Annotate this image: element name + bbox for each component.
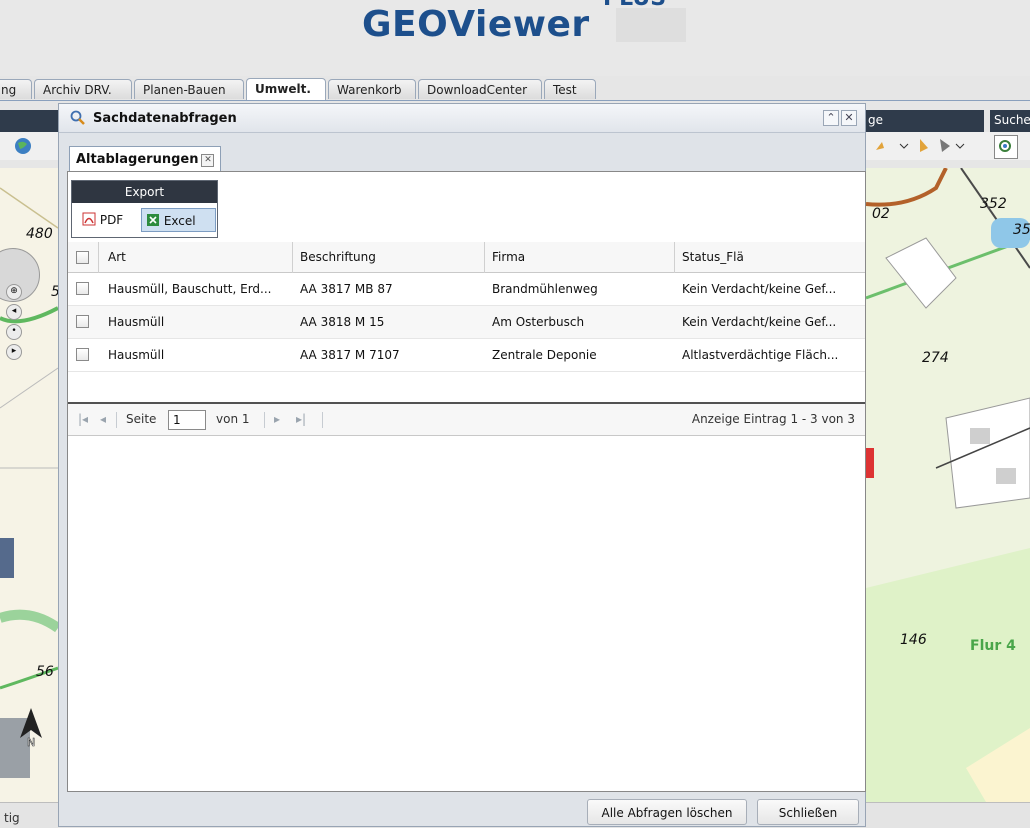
app-title-suffix: PLUS <box>603 0 666 11</box>
prev-page-icon[interactable]: ◂ <box>100 412 106 426</box>
page-label: Seite <box>126 412 157 426</box>
row-checkbox[interactable] <box>76 282 89 295</box>
search-target-icon[interactable] <box>994 135 1018 159</box>
map-label-56: 56 <box>36 664 54 680</box>
toolbar-search-label: Suche <box>994 113 1030 127</box>
first-page-icon[interactable]: |◂ <box>78 412 88 426</box>
cell-art: Hausmüll <box>108 315 165 329</box>
row-checkbox[interactable] <box>76 348 89 361</box>
close-button[interactable]: Schließen <box>757 799 859 825</box>
table-row[interactable]: Hausmüll AA 3817 M 7107 Zentrale Deponie… <box>68 339 865 372</box>
toolbar-left <box>0 132 58 160</box>
column-header-firma[interactable]: Firma <box>492 242 525 273</box>
cell-beschriftung: AA 3817 M 7107 <box>300 348 400 362</box>
next-page-icon[interactable]: ▸ <box>274 412 280 426</box>
map-view-right[interactable]: 352 35 02 274 146 Flur 4 <box>866 168 1030 802</box>
pdf-icon <box>82 212 96 226</box>
last-page-icon[interactable]: ▸| <box>296 412 306 426</box>
tab-umwelt[interactable]: Umwelt. <box>246 78 326 100</box>
map-label-352: 352 <box>980 196 1007 212</box>
grid-header-row: Art Beschriftung Firma Status_Flä <box>68 242 865 273</box>
table-row[interactable]: Hausmüll, Bauschutt, Erd... AA 3817 MB 8… <box>68 273 865 306</box>
cell-status: Kein Verdacht/keine Gef... <box>682 282 837 296</box>
map-label-flur: Flur 4 <box>970 638 1016 654</box>
dialog-title: Sachdatenabfragen <box>93 111 237 126</box>
tab-planen-bauen[interactable]: Planen-Bauen <box>134 79 244 99</box>
collapse-button[interactable]: ⌃ <box>823 110 839 126</box>
tab-close-icon[interactable]: ✕ <box>201 154 215 167</box>
select-all-checkbox[interactable] <box>76 251 89 264</box>
tab-partial[interactable]: ng <box>0 79 32 99</box>
map-view-left[interactable]: 480 5 56 ⊕ ◂ • ▸ N <box>0 168 58 802</box>
cell-firma: Brandmühlenweg <box>492 282 598 296</box>
app-title: GEOViewer <box>362 4 590 45</box>
export-group: Export PDF Excel <box>71 180 218 238</box>
main-tab-bar: ng Archiv DRV. Planen-Bauen Umwelt. Ware… <box>0 76 1030 101</box>
center-icon[interactable]: • <box>6 324 22 340</box>
column-header-art[interactable]: Art <box>108 242 126 273</box>
app-header: GEOViewer PLUS <box>0 0 1030 76</box>
cell-beschriftung: AA 3817 MB 87 <box>300 282 393 296</box>
tab-downloadcenter[interactable]: DownloadCenter <box>418 79 542 99</box>
cell-firma: Am Osterbusch <box>492 315 585 329</box>
map-label-480: 480 <box>26 226 53 242</box>
tab-warenkorb[interactable]: Warenkorb <box>328 79 416 99</box>
export-pdf-label: PDF <box>99 213 124 227</box>
page-count-label: von 1 <box>216 412 250 426</box>
map-label-35: 35 <box>1013 222 1030 238</box>
cell-beschriftung: AA 3818 M 15 <box>300 315 385 329</box>
paging-display-info: Anzeige Eintrag 1 - 3 von 3 <box>691 412 855 426</box>
tab-altablagerungen[interactable]: Altablagerungen ✕ <box>69 146 222 172</box>
clear-all-queries-button[interactable]: Alle Abfragen löschen <box>587 799 747 825</box>
map-label-146: 146 <box>900 632 927 648</box>
svg-text:N: N <box>27 736 35 748</box>
select-tool-icon[interactable] <box>916 136 966 156</box>
map-label-5: 5 <box>51 284 58 300</box>
dialog-titlebar[interactable]: Sachdatenabfragen ⌃ ✕ <box>59 104 865 133</box>
export-pdf-button[interactable]: PDF <box>78 208 127 232</box>
column-header-status[interactable]: Status_Flä <box>682 242 744 273</box>
cell-art: Hausmüll, Bauschutt, Erd... <box>108 282 272 296</box>
status-text: tig <box>4 811 20 825</box>
arrow-left-icon[interactable]: ◂ <box>6 304 22 320</box>
paging-toolbar: |◂ ◂ Seite 1 von 1 ▸ ▸| Anzeige Eintrag … <box>68 402 865 436</box>
cell-art: Hausmüll <box>108 348 165 362</box>
toolbar-right-label: ge <box>868 113 883 127</box>
draw-tool-icon[interactable] <box>874 138 914 154</box>
globe-icon[interactable] <box>14 137 32 155</box>
sachdatenabfragen-dialog: Sachdatenabfragen ⌃ ✕ Altablagerungen ✕ E… <box>58 103 866 827</box>
row-checkbox[interactable] <box>76 315 89 328</box>
dialog-button-bar: Alle Abfragen löschen Schließen <box>59 794 865 828</box>
toolbar-right-header: ge <box>866 110 984 132</box>
logo-background <box>616 8 686 42</box>
toolbar-search-header: Suche <box>990 110 1030 132</box>
cell-status: Kein Verdacht/keine Gef... <box>682 315 837 329</box>
excel-icon <box>147 214 159 226</box>
toolbar-right <box>866 132 1030 160</box>
query-search-icon <box>70 110 85 125</box>
map-label-02: 02 <box>872 206 890 222</box>
cell-status: Altlastverdächtige Fläch... <box>682 348 839 362</box>
export-excel-button[interactable]: Excel <box>141 208 216 232</box>
tab-test[interactable]: Test <box>544 79 596 99</box>
export-header: Export <box>72 181 217 203</box>
cell-firma: Zentrale Deponie <box>492 348 597 362</box>
map-label-274: 274 <box>922 350 949 366</box>
column-header-beschriftung[interactable]: Beschriftung <box>300 242 376 273</box>
export-excel-label: Excel <box>163 214 196 228</box>
north-arrow-icon: N <box>20 708 42 748</box>
app-logo: GEOViewer <box>362 4 590 45</box>
close-dialog-button[interactable]: ✕ <box>841 110 857 126</box>
page-number-input[interactable]: 1 <box>168 410 206 430</box>
tab-altablagerungen-label: Altablagerungen <box>76 152 199 167</box>
arrow-right-icon[interactable]: ▸ <box>6 344 22 360</box>
toolbar-left-header <box>0 110 58 132</box>
table-row[interactable]: Hausmüll AA 3818 M 15 Am Osterbusch Kein… <box>68 306 865 339</box>
tab-archiv-drv[interactable]: Archiv DRV. <box>34 79 132 99</box>
zoom-in-icon[interactable]: ⊕ <box>6 284 22 300</box>
results-panel: Export PDF Excel Art Beschriftung Firma … <box>67 171 866 792</box>
